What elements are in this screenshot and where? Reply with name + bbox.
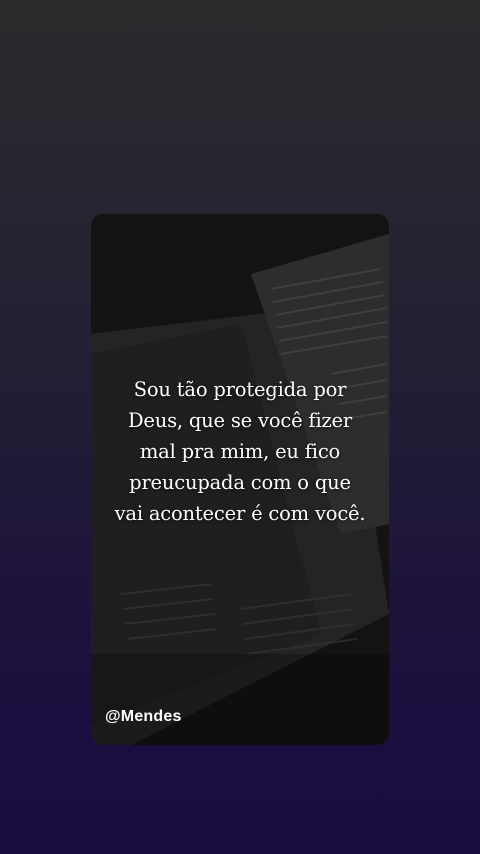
author-handle[interactable]: @Mendes — [105, 708, 182, 726]
story-card[interactable]: Sou tão protegida por Deus, que se você … — [91, 214, 389, 745]
quote-text: Sou tão protegida por Deus, que se você … — [114, 378, 366, 525]
